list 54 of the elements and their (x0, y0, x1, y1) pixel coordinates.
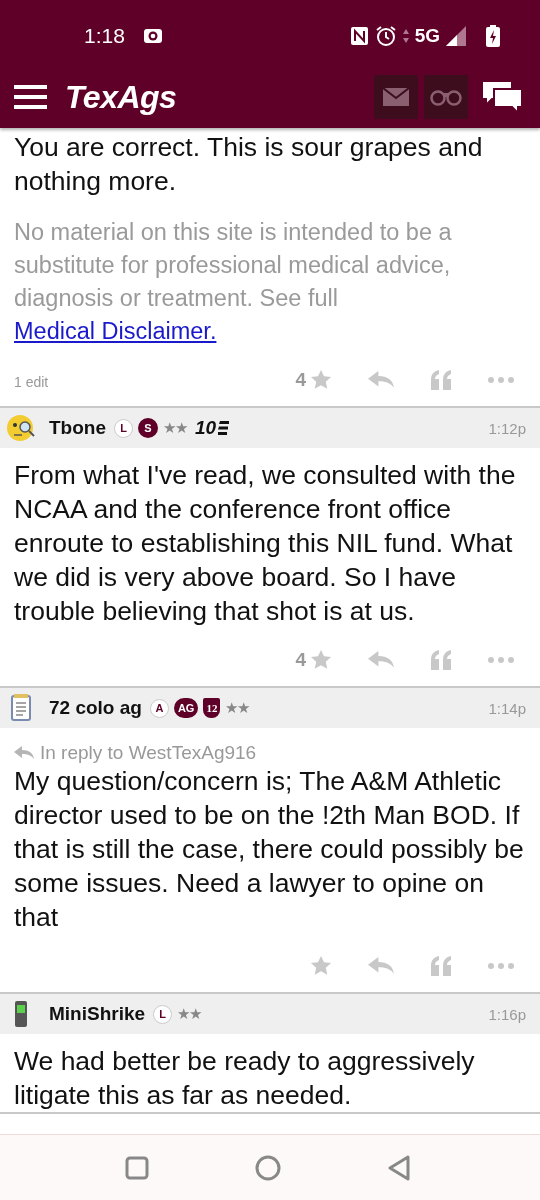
post-text: My question/concern is; The A&M Athletic director used to be on the !2th Man BOD. If that is still the case, there could possibly be some issues. Need a lawyer to opine on that (14, 765, 525, 934)
badge: S (138, 418, 158, 438)
reply-icon (368, 650, 394, 670)
screen-record-icon (142, 27, 163, 45)
data-arrows-icon (402, 28, 409, 44)
quote-icon (430, 956, 452, 976)
more-icon (488, 963, 514, 969)
badge: A (149, 698, 169, 718)
nfc-icon (349, 26, 369, 46)
rating-stars: ★★ (163, 419, 187, 437)
magnifier-face-icon (6, 413, 36, 443)
network-type: 5G (414, 25, 440, 47)
rating-stars: ★★ (225, 699, 250, 717)
binoculars-button[interactable] (424, 75, 468, 119)
author-name[interactable]: Tbone (49, 417, 106, 439)
logo[interactable]: TexAgs (65, 78, 177, 116)
disclaimer-link[interactable]: Medical Disclaimer. (14, 318, 217, 344)
quote-icon (430, 370, 452, 390)
badge: L (114, 418, 133, 438)
alarm-icon (374, 25, 397, 47)
more-icon (488, 377, 514, 383)
bars-icon (218, 421, 230, 435)
mail-button[interactable] (374, 75, 418, 119)
author-name[interactable]: 72 colo ag (49, 697, 142, 719)
binoculars-icon (430, 88, 462, 106)
more-icon (488, 657, 514, 663)
menu-icon[interactable] (14, 85, 47, 109)
rank-number: 10 (195, 417, 217, 439)
post-time: 1:12p (488, 419, 526, 437)
author-name[interactable]: MiniShrike (49, 1003, 146, 1025)
badge: AG (173, 698, 199, 718)
reply-icon (368, 370, 394, 390)
star-icon (310, 649, 332, 671)
star-icon (310, 369, 332, 391)
status-time: 1:18 (84, 24, 125, 48)
disclaimer-text: No material on this site is intended to be a substitute for professional medical advice, diagnosis or treatment. See full Medical Disclaimer. (14, 218, 453, 346)
reply-icon (368, 956, 394, 976)
star-icon (310, 955, 332, 977)
post-text: From what I've read, we consulted with the NCAA and the conference front office enroute to establishing this NIL fund. What we did is very above board. So I have trouble believing that shot is at us. (14, 459, 517, 628)
home-icon[interactable] (255, 1154, 281, 1181)
badge: L (153, 1004, 173, 1024)
back-icon[interactable] (387, 1154, 411, 1181)
post-text: We had better be ready to aggressively litigate this as far as needed. (14, 1045, 476, 1112)
post-text: You are correct. This is sour grapes and nothing more. (14, 131, 484, 198)
post-time: 1:14p (488, 699, 526, 717)
badge: 12 (203, 698, 221, 718)
quote-icon (430, 650, 452, 670)
reply-icon (14, 746, 34, 760)
signal-icon (446, 26, 466, 46)
mail-icon (383, 88, 409, 106)
recents-icon[interactable] (125, 1155, 149, 1180)
rating-stars: ★★ (177, 1005, 202, 1023)
battery-charging-icon (486, 25, 500, 47)
post-time: 1:16p (488, 1005, 526, 1023)
